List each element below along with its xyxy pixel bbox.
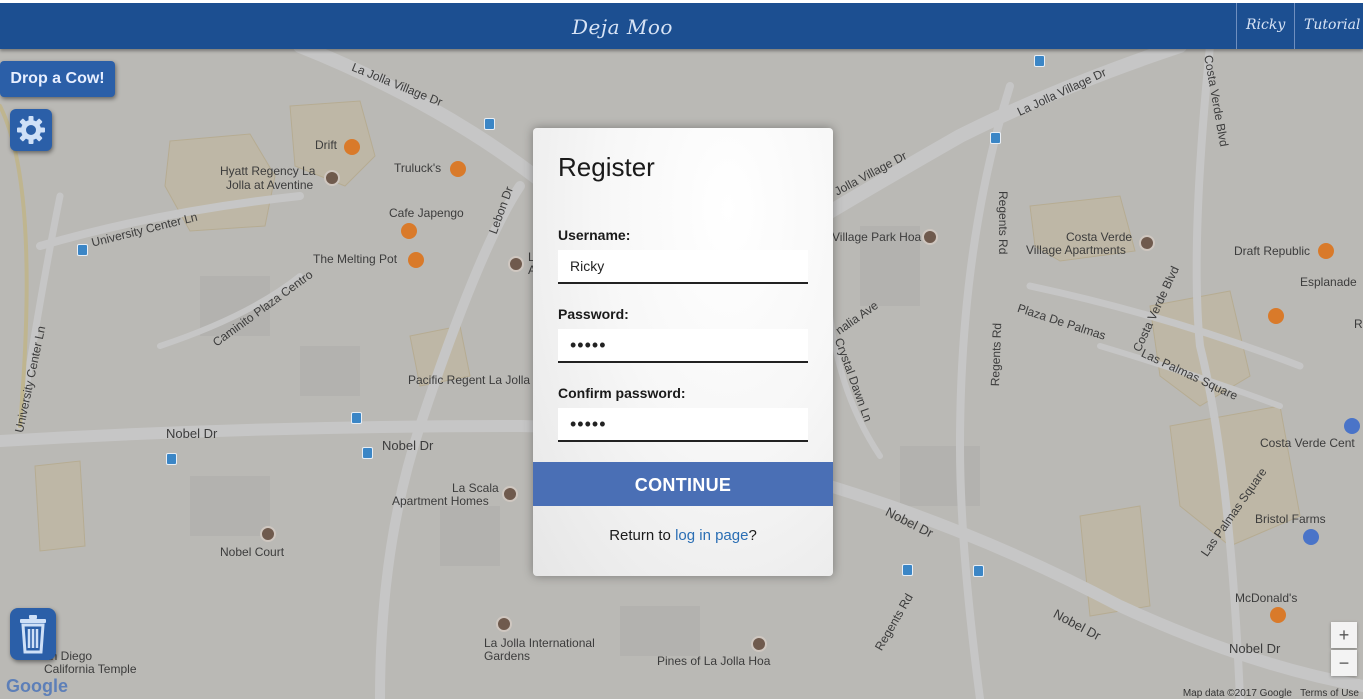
username-field[interactable] bbox=[558, 250, 808, 284]
place-label: La Scala bbox=[452, 481, 499, 495]
bus-stop-icon[interactable] bbox=[484, 118, 495, 130]
google-logo: Google bbox=[6, 676, 68, 696]
place-label: Bristol Farms bbox=[1255, 512, 1326, 526]
restaurant-marker-icon[interactable] bbox=[450, 161, 466, 177]
place-label: McDonald's bbox=[1235, 591, 1298, 605]
place-label: California Temple bbox=[44, 662, 137, 676]
bus-stop-icon[interactable] bbox=[166, 453, 177, 465]
gear-icon bbox=[17, 116, 45, 144]
place-label: Costa Verde Cent bbox=[1260, 436, 1355, 450]
place-label: Pacific Regent La Jolla bbox=[408, 373, 531, 387]
bus-stop-icon[interactable] bbox=[990, 132, 1001, 144]
brand-title[interactable]: Deja Moo bbox=[572, 15, 673, 39]
place-label: Truluck's bbox=[394, 161, 442, 175]
place-label: Nobel Court bbox=[220, 545, 285, 559]
map-attribution: Map data ©2017 Google Terms of Use bbox=[1182, 688, 1359, 699]
place-label: Pines of La Jolla Hoa bbox=[657, 654, 771, 668]
restaurant-marker-icon[interactable] bbox=[401, 223, 417, 239]
place-label: The Melting Pot bbox=[313, 252, 398, 266]
restaurant-marker-icon[interactable] bbox=[1268, 308, 1284, 324]
trash-icon bbox=[20, 615, 46, 654]
street-label: Regents Rd bbox=[988, 322, 1005, 387]
street-label: Nobel Dr bbox=[166, 426, 218, 441]
nav-tutorial-link[interactable]: Tutorial bbox=[1294, 3, 1363, 49]
top-navbar: Deja Moo Ricky Tutorial bbox=[0, 0, 1363, 49]
return-to-login-text: Return to log in page? bbox=[609, 527, 757, 544]
shopping-cart-marker-icon[interactable] bbox=[1303, 529, 1319, 545]
bus-stop-icon[interactable] bbox=[351, 412, 362, 424]
place-marker-icon[interactable] bbox=[751, 636, 767, 652]
confirm-password-label: Confirm password: bbox=[558, 385, 686, 401]
place-label: Draft Republic bbox=[1234, 244, 1311, 258]
dialog-title: Register bbox=[558, 152, 655, 182]
bus-stop-icon[interactable] bbox=[973, 565, 984, 577]
place-label: Cafe Japengo bbox=[389, 206, 464, 220]
place-label: Hyatt Regency La bbox=[220, 164, 316, 178]
bus-stop-icon[interactable] bbox=[902, 564, 913, 576]
place-label: Jolla at Aventine bbox=[226, 178, 314, 192]
place-marker-icon[interactable] bbox=[496, 616, 512, 632]
place-label: Village Park Hoa bbox=[832, 230, 922, 244]
temple-marker-icon[interactable] bbox=[1344, 418, 1360, 434]
street-label: Nobel Dr bbox=[1229, 641, 1281, 656]
place-label: Gardens bbox=[484, 649, 531, 663]
drop-cow-button[interactable]: Drop a Cow! bbox=[0, 61, 115, 97]
bus-stop-icon[interactable] bbox=[77, 244, 88, 256]
settings-button[interactable] bbox=[10, 109, 52, 151]
street-label: Nobel Dr bbox=[382, 438, 434, 453]
place-marker-icon[interactable] bbox=[260, 526, 276, 542]
place-label: Costa Verde bbox=[1066, 230, 1133, 244]
restaurant-marker-icon[interactable] bbox=[1318, 243, 1334, 259]
place-label: Apartment Homes bbox=[392, 494, 489, 508]
login-page-link[interactable]: log in page bbox=[675, 527, 748, 544]
restaurant-marker-icon[interactable] bbox=[1270, 607, 1286, 623]
terms-link[interactable]: Terms of Use bbox=[1300, 688, 1359, 699]
confirm-password-field[interactable] bbox=[558, 408, 808, 442]
nav-user-link[interactable]: Ricky bbox=[1236, 3, 1294, 49]
register-dialog: Register Username: Password: Confirm pas… bbox=[533, 128, 833, 576]
bus-stop-icon[interactable] bbox=[362, 447, 373, 459]
password-label: Password: bbox=[558, 306, 629, 322]
place-label: Drift bbox=[315, 138, 337, 152]
street-label: Regents Rd bbox=[996, 191, 1010, 255]
bus-stop-icon[interactable] bbox=[1034, 55, 1045, 67]
password-field[interactable] bbox=[558, 329, 808, 363]
place-label: La Jolla International bbox=[484, 636, 595, 650]
username-label: Username: bbox=[558, 227, 631, 243]
continue-button[interactable]: CONTINUE bbox=[533, 462, 833, 506]
restaurant-marker-icon[interactable] bbox=[408, 252, 424, 268]
zoom-in-button[interactable]: + bbox=[1331, 622, 1357, 648]
street-label: Esplanade bbox=[1300, 275, 1357, 289]
place-marker-icon[interactable] bbox=[1139, 235, 1155, 251]
bar-marker-icon[interactable] bbox=[344, 139, 360, 155]
place-label: Village Apartments bbox=[1026, 243, 1126, 257]
place-marker-icon[interactable] bbox=[502, 486, 518, 502]
place-marker-icon[interactable] bbox=[922, 229, 938, 245]
trash-button[interactable] bbox=[10, 608, 56, 660]
zoom-out-button[interactable]: − bbox=[1331, 650, 1357, 676]
place-marker-icon[interactable] bbox=[508, 256, 524, 272]
hotel-marker-icon[interactable] bbox=[324, 170, 340, 186]
place-label: R bbox=[1354, 317, 1363, 331]
